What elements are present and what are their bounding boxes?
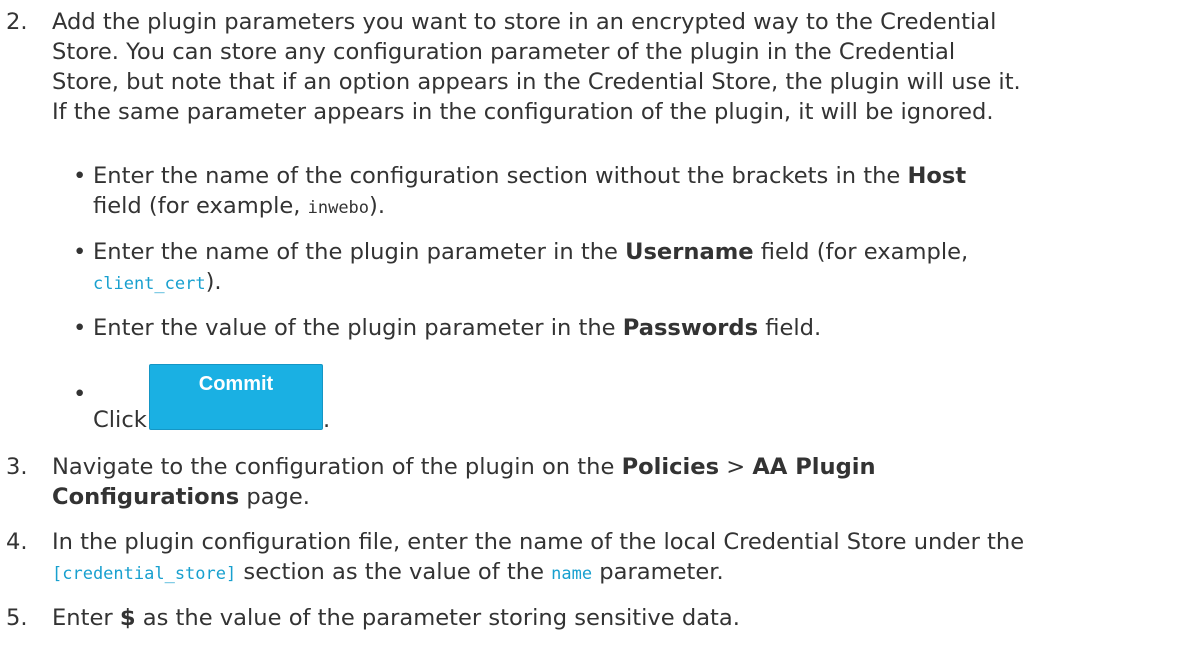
step-5: 5. Enter $ as the value of the parameter… xyxy=(0,603,1189,633)
menu-policies: Policies xyxy=(621,454,720,480)
step-2-line: Store. You can store any configuration p… xyxy=(52,39,956,65)
step-3-text-part: page. xyxy=(239,484,310,510)
step-2: 2. Add the plugin parameters you want to… xyxy=(0,7,1189,127)
list-item-text: field. xyxy=(758,315,822,341)
step-2-line: Store, but note that if an option appear… xyxy=(52,69,1021,95)
step-number: 4. xyxy=(6,529,28,555)
step-number: 2. xyxy=(6,9,28,35)
step-4-text: In the plugin configuration file, enter … xyxy=(52,527,1189,589)
list-item-username: • Enter the name of the plugin parameter… xyxy=(52,237,1173,299)
commit-button[interactable]: Commit xyxy=(149,364,323,430)
dollar-sign: $ xyxy=(119,605,136,631)
step-3: 3. Navigate to the configuration of the … xyxy=(0,452,1189,512)
step-3-text-part: Navigate to the configuration of the plu… xyxy=(52,454,622,480)
step-5-text: Enter $ as the value of the parameter st… xyxy=(52,603,1189,633)
step-number: 5. xyxy=(6,605,28,631)
list-item-passwords: • Enter the value of the plugin paramete… xyxy=(52,313,1173,343)
list-item-host: • Enter the name of the configuration se… xyxy=(52,161,1173,223)
list-item-commit: • Click Commit . xyxy=(73,364,493,434)
bullet-marker: • xyxy=(73,163,87,189)
step-4: 4. In the plugin configuration file, ent… xyxy=(0,527,1189,589)
field-name-passwords: Passwords xyxy=(622,315,759,341)
menu-configurations: Configurations xyxy=(52,484,240,510)
list-item-text: ). xyxy=(369,193,386,219)
step-2-line: Add the plugin parameters you want to st… xyxy=(52,9,997,35)
step-3-text: Navigate to the configuration of the plu… xyxy=(52,452,1189,512)
code-link-name[interactable]: name xyxy=(551,564,592,584)
step-5-text-part: Enter xyxy=(52,605,120,631)
bullet-marker: • xyxy=(73,381,87,407)
breadcrumb-separator: > xyxy=(719,454,753,480)
click-label: Click xyxy=(93,407,147,433)
list-item-text: Enter the name of the plugin parameter i… xyxy=(93,239,626,265)
step-4-text-part: section as the value of the xyxy=(236,559,552,585)
code-link-client-cert[interactable]: client_cert xyxy=(93,274,206,294)
list-item-text: ). xyxy=(205,269,222,295)
field-name-username: Username xyxy=(625,239,754,265)
step-2-text: Add the plugin parameters you want to st… xyxy=(52,7,1189,127)
code-link-credential-store[interactable]: [credential_store] xyxy=(52,564,236,584)
field-name-host: Host xyxy=(907,163,967,189)
code-inwebo: inwebo xyxy=(307,198,370,218)
step-4-text-part: parameter. xyxy=(592,559,724,585)
step-5-text-part: as the value of the parameter storing se… xyxy=(135,605,740,631)
list-item-text: field (for example, xyxy=(753,239,969,265)
step-4-line: [credential_store] section as the value … xyxy=(52,557,1189,589)
menu-aa-plugin: AA Plugin xyxy=(752,454,876,480)
bullet-marker: • xyxy=(73,239,87,265)
list-item-text: Enter the name of the configuration sect… xyxy=(93,163,908,189)
step-number: 3. xyxy=(6,454,28,480)
list-item-text: field (for example, xyxy=(93,193,308,219)
bullet-marker: • xyxy=(73,315,87,341)
list-item-text: . xyxy=(323,407,331,433)
step-4-line: In the plugin configuration file, enter … xyxy=(52,529,1025,555)
step-2-line: If the same parameter appears in the con… xyxy=(52,99,994,125)
list-item-text: Enter the value of the plugin parameter … xyxy=(93,315,623,341)
